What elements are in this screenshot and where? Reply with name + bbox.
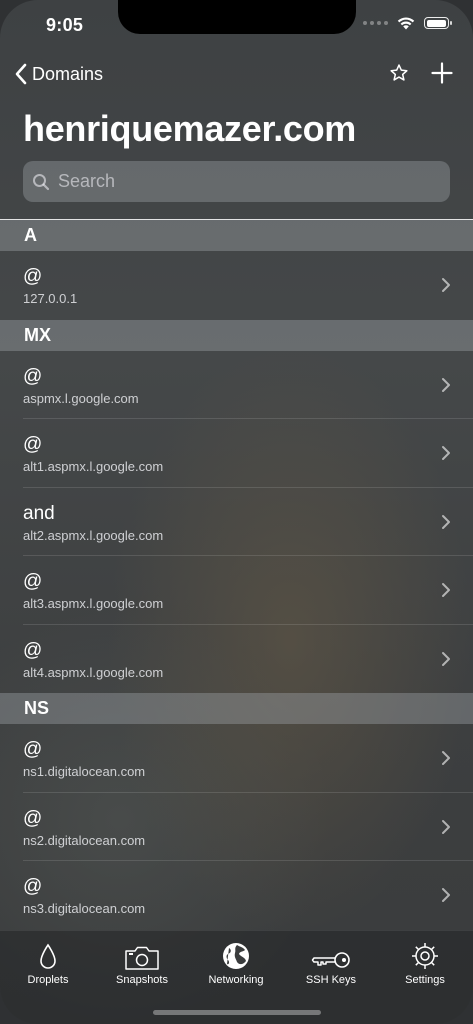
tab-label: Settings — [405, 974, 445, 986]
chevron-right-icon — [442, 651, 450, 666]
search-icon — [33, 173, 50, 190]
section-header-a: A — [0, 220, 473, 251]
chevron-right-icon — [442, 278, 450, 292]
dns-record-row[interactable]: @ alt3.aspmx.l.google.com — [0, 556, 473, 625]
record-name: @ — [23, 434, 43, 455]
section-header-ns: NS — [0, 693, 473, 724]
tab-label: Snapshots — [116, 974, 168, 986]
cellular-signal-icon — [363, 21, 388, 25]
record-name: @ — [23, 365, 43, 387]
wifi-icon — [397, 17, 415, 30]
record-name: @ — [23, 807, 43, 829]
chevron-right-icon — [442, 377, 450, 392]
record-value: ns2.digitalocean.com — [23, 832, 146, 848]
globe-icon — [223, 943, 249, 969]
dns-record-row[interactable]: @ alt4.aspmx.l.google.com — [0, 625, 473, 694]
chevron-right-icon — [442, 583, 450, 597]
search-input[interactable] — [56, 170, 440, 193]
battery-icon — [424, 17, 452, 29]
section-header-mx: MX — [0, 319, 473, 351]
record-value: aspmx.l.google.com — [23, 390, 139, 406]
dns-record-row[interactable]: @ ns2.digitalocean.com — [0, 793, 473, 861]
search-bar[interactable] — [23, 161, 450, 202]
record-name: @ — [23, 571, 43, 592]
chevron-left-icon — [15, 63, 27, 85]
record-value: alt1.aspmx.l.google.com — [23, 459, 164, 474]
page-title: henriquemazer.com — [23, 108, 357, 149]
record-value: alt2.aspmx.l.google.com — [23, 527, 164, 543]
tab-settings[interactable]: Settings — [380, 931, 470, 986]
chevron-right-icon — [442, 446, 450, 460]
status-indicators — [363, 16, 452, 30]
key-icon — [311, 952, 350, 968]
add-icon[interactable] — [431, 62, 453, 84]
dns-records-list: A @ 127.0.0.1 MX @ aspmx.l.google.com @ … — [0, 220, 473, 930]
record-value: ns1.digitalocean.com — [23, 764, 146, 779]
tab-snapshots[interactable]: Snapshots — [97, 931, 187, 986]
droplet-icon — [40, 943, 56, 969]
app-screen: 9:05 Domains henriquemazer.com Search A … — [0, 0, 473, 1024]
chevron-right-icon — [442, 514, 450, 529]
gear-icon — [412, 943, 438, 969]
dns-record-row[interactable]: @ 127.0.0.1 — [0, 251, 473, 320]
chevron-right-icon — [442, 819, 450, 834]
dns-record-row[interactable]: and alt2.aspmx.l.google.com — [0, 488, 473, 556]
tab-label: Droplets — [27, 974, 69, 986]
device-notch — [118, 0, 356, 34]
status-time: 9:05 — [46, 15, 84, 35]
chevron-right-icon — [442, 751, 450, 765]
tab-networking[interactable]: Networking — [191, 931, 281, 986]
camera-icon — [125, 946, 159, 970]
favorite-star-icon[interactable] — [389, 63, 409, 83]
dns-record-row[interactable]: @ alt1.aspmx.l.google.com — [0, 419, 473, 488]
back-button-label: Domains — [32, 63, 104, 84]
record-name: and — [23, 502, 55, 524]
dns-record-row[interactable]: @ ns1.digitalocean.com — [0, 724, 473, 793]
record-name: @ — [23, 639, 43, 661]
record-name: @ — [23, 739, 43, 760]
record-name: @ — [23, 266, 43, 287]
record-value: ns3.digitalocean.com — [23, 901, 146, 916]
back-button[interactable]: Domains — [14, 63, 103, 85]
dns-record-row[interactable]: @ aspmx.l.google.com — [0, 351, 473, 419]
tab-label: Networking — [208, 974, 264, 986]
tab-droplets[interactable]: Droplets — [3, 931, 93, 986]
record-value: alt4.aspmx.l.google.com — [23, 664, 164, 680]
home-indicator — [153, 1010, 321, 1015]
dns-record-row[interactable]: @ ns3.digitalocean.com — [0, 861, 473, 930]
record-value: 127.0.0.1 — [23, 291, 78, 306]
chevron-right-icon — [442, 888, 450, 902]
tab-ssh-keys[interactable]: SSH Keys — [286, 931, 376, 986]
nav-actions — [389, 62, 453, 84]
record-name: @ — [23, 876, 43, 897]
tab-label: SSH Keys — [305, 974, 357, 986]
record-value: alt3.aspmx.l.google.com — [23, 596, 164, 611]
